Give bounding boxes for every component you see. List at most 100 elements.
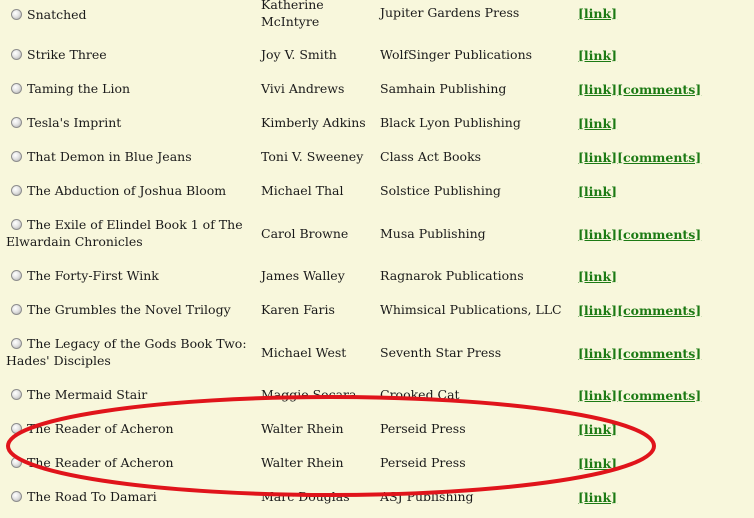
book-link[interactable]: [link] (578, 456, 617, 471)
book-comments-link[interactable]: [comments] (617, 227, 701, 242)
book-links: [link] (578, 421, 754, 438)
book-title: Tesla's Imprint (27, 115, 122, 130)
book-comments-link[interactable]: [comments] (617, 150, 701, 165)
book-author: Walter Rhein (261, 421, 344, 436)
book-link[interactable]: [link] (578, 303, 617, 318)
book-author: Michael Thal (261, 183, 344, 198)
book-author: Joy V. Smith (261, 47, 337, 62)
book-link[interactable]: [link] (578, 490, 617, 505)
book-publisher: Perseid Press (380, 421, 466, 436)
book-title-cell: The Reader of Acheron (6, 420, 252, 437)
book-radio-button[interactable] (11, 49, 22, 60)
book-title-cell: The Mermaid Stair (6, 386, 252, 403)
book-link[interactable]: [link] (578, 184, 617, 199)
book-links: [link] (578, 115, 754, 132)
book-title-cell: Snatched (6, 6, 252, 23)
book-radio-button[interactable] (11, 9, 22, 20)
book-links: [link][comments] (578, 387, 754, 404)
book-links: [link][comments] (578, 226, 754, 243)
book-publisher: Seventh Star Press (380, 345, 502, 360)
book-author: Marc Douglas (261, 489, 350, 504)
book-links: [link] (578, 5, 754, 22)
book-radio-button[interactable] (11, 270, 22, 281)
book-author: Michael West (261, 345, 347, 360)
book-radio-button[interactable] (11, 423, 22, 434)
book-comments-link[interactable]: [comments] (617, 303, 701, 318)
book-publisher: Whimsical Publications, LLC (380, 302, 562, 317)
book-links: [link][comments] (578, 345, 754, 362)
book-radio-button[interactable] (11, 117, 22, 128)
book-title-cell: Tesla's Imprint (6, 114, 252, 131)
book-title: The Abduction of Joshua Bloom (27, 183, 227, 198)
book-title-cell: The Exile of Elindel Book 1 of The Elwar… (6, 216, 252, 250)
book-publisher: Black Lyon Publishing (380, 115, 521, 130)
book-title-cell: The Abduction of Joshua Bloom (6, 182, 252, 199)
book-publisher: Solstice Publishing (380, 183, 501, 198)
book-radio-button[interactable] (11, 457, 22, 468)
book-comments-link[interactable]: [comments] (617, 388, 701, 403)
book-title-cell: The Forty-First Wink (6, 267, 252, 284)
book-link[interactable]: [link] (578, 116, 617, 131)
book-publisher: Ragnarok Publications (380, 268, 524, 283)
book-publisher: Crooked Cat (380, 387, 460, 402)
book-publisher: Musa Publishing (380, 226, 486, 241)
book-link[interactable]: [link] (578, 48, 617, 63)
book-title: The Mermaid Stair (27, 387, 148, 402)
book-radio-button[interactable] (11, 338, 22, 349)
book-publisher: Class Act Books (380, 149, 482, 164)
book-link[interactable]: [link] (578, 422, 617, 437)
book-radio-button[interactable] (11, 491, 22, 502)
book-title-cell: That Demon in Blue Jeans (6, 148, 252, 165)
book-radio-button[interactable] (11, 304, 22, 315)
book-publisher: Jupiter Gardens Press (380, 5, 520, 20)
book-link[interactable]: [link] (578, 6, 617, 21)
book-title: The Forty-First Wink (27, 268, 159, 283)
book-comments-link[interactable]: [comments] (617, 346, 701, 361)
book-title-cell: The Grumbles the Novel Trilogy (6, 301, 252, 318)
book-title: The Reader of Acheron (27, 455, 174, 470)
book-radio-button[interactable] (11, 219, 22, 230)
book-link[interactable]: [link] (578, 269, 617, 284)
book-publisher: WolfSinger Publications (380, 47, 533, 62)
red-ellipse-annotation-stroke (6, 395, 656, 497)
book-links: [link] (578, 268, 754, 285)
book-title-cell: Taming the Lion (6, 80, 252, 97)
book-title: That Demon in Blue Jeans (27, 149, 192, 164)
book-title: The Exile of Elindel Book 1 of The Elwar… (6, 217, 243, 249)
book-radio-button[interactable] (11, 185, 22, 196)
book-title: The Road To Damari (27, 489, 157, 504)
book-author: Vivi Andrews (261, 81, 345, 96)
book-link[interactable]: [link] (578, 82, 617, 97)
book-radio-button[interactable] (11, 151, 22, 162)
book-author: Walter Rhein (261, 455, 344, 470)
book-radio-button[interactable] (11, 83, 22, 94)
book-author: Maggie Secara (261, 387, 357, 402)
book-title: The Grumbles the Novel Trilogy (27, 302, 231, 317)
book-links: [link] (578, 489, 754, 506)
book-link[interactable]: [link] (578, 346, 617, 361)
book-link[interactable]: [link] (578, 150, 617, 165)
book-publisher: Samhain Publishing (380, 81, 507, 96)
book-links: [link] (578, 47, 754, 64)
book-author: Toni V. Sweeney (261, 149, 364, 164)
book-links: [link][comments] (578, 149, 754, 166)
book-links: [link] (578, 183, 754, 200)
book-radio-button[interactable] (11, 389, 22, 400)
book-links: [link] (578, 455, 754, 472)
book-comments-link[interactable]: [comments] (617, 82, 701, 97)
book-title: The Legacy of the Gods Book Two: Hades' … (6, 336, 247, 368)
book-title: The Reader of Acheron (27, 421, 174, 436)
book-author: Carol Browne (261, 226, 349, 241)
book-links: [link][comments] (578, 302, 754, 319)
book-author: Karen Faris (261, 302, 335, 317)
book-author: James Walley (261, 268, 345, 283)
book-title: Taming the Lion (27, 81, 131, 96)
book-author: Katherine McIntyre (261, 0, 324, 29)
red-ellipse-annotation (6, 395, 656, 497)
book-title-cell: The Road To Damari (6, 488, 252, 505)
book-author: Kimberly Adkins (261, 115, 366, 130)
book-title-cell: Strike Three (6, 46, 252, 63)
book-link[interactable]: [link] (578, 388, 617, 403)
book-link[interactable]: [link] (578, 227, 617, 242)
book-links: [link][comments] (578, 81, 754, 98)
